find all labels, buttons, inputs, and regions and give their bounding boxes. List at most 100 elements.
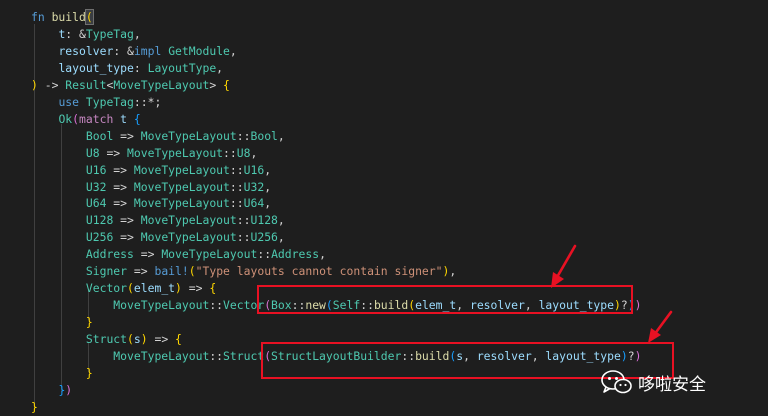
code-token: use (58, 94, 80, 109)
code-token: layout_type (58, 60, 134, 75)
code-token: :: (257, 247, 272, 262)
highlight-box-vector (257, 285, 633, 314)
code-token: { (133, 111, 141, 126)
watermark-text: 哆啦安全 (638, 374, 706, 395)
code-token: "Type layouts cannot contain signer" (195, 264, 443, 279)
code-token: { (209, 281, 217, 296)
code-token: , (216, 60, 224, 75)
code-token: => (106, 162, 134, 177)
code-token: match (79, 111, 114, 126)
code-token: U32 (85, 179, 107, 194)
code-token: , (264, 179, 272, 194)
code-line: fn build( (31, 9, 94, 25)
code-token: :: (229, 179, 244, 194)
code-token: U32 (243, 179, 265, 194)
code-line: Signer => bail!("Type layouts cannot con… (31, 263, 456, 279)
code-token: Bool (250, 128, 278, 143)
code-token: => (113, 213, 141, 228)
code-line: Ok(match t { (31, 111, 141, 127)
code-line: } (31, 314, 93, 330)
code-token: , (264, 196, 272, 211)
code-token: => (147, 332, 176, 347)
code-token: Vector (85, 281, 128, 296)
code-token: ( (127, 332, 134, 347)
code-token: :: (229, 162, 244, 177)
code-token: ( (72, 111, 80, 126)
watermark: 哆啦安全 (600, 368, 706, 396)
code-token: U256 (85, 230, 114, 245)
code-token: :: (209, 298, 224, 313)
code-token: , (133, 26, 141, 41)
code-token: MoveTypeLayout (140, 213, 237, 228)
code-token: U8 (236, 145, 251, 160)
code-token: => (127, 264, 155, 279)
code-token: } (85, 315, 93, 330)
code-token: : & (65, 26, 86, 41)
code-line: Address => MoveTypeLayout::Address, (31, 246, 326, 262)
code-token: MoveTypeLayout (127, 145, 224, 160)
code-token: LayoutType (147, 60, 217, 75)
code-token: : & (113, 43, 134, 58)
code-token: ) (65, 382, 73, 397)
code-line: } (31, 365, 93, 381)
code-token: MoveTypeLayout (140, 128, 237, 143)
code-token: => (99, 145, 128, 160)
code-line: U64 => MoveTypeLayout::U64, (31, 195, 271, 211)
code-token: MoveTypeLayout (133, 196, 230, 211)
code-token: U8 (85, 145, 100, 160)
code-token: => (181, 281, 210, 296)
code-token: MoveTypeLayout (113, 349, 210, 363)
code-token: ::*; (133, 94, 162, 109)
code-token: :: (236, 230, 251, 245)
code-token: => (106, 179, 134, 194)
code-token: s (133, 332, 141, 347)
code-token: ) (634, 298, 642, 313)
code-token: { (223, 77, 230, 92)
code-line: U16 => MoveTypeLayout::U16, (31, 162, 271, 178)
code-token: ) (140, 332, 148, 347)
code-token: Address (85, 247, 134, 262)
code-token: , (264, 162, 272, 177)
code-line: use TypeTag::*; (31, 94, 161, 110)
code-token: MoveTypeLayout (113, 77, 210, 92)
code-token: GetModule (168, 43, 230, 58)
code-line: layout_type: LayoutType, (31, 60, 223, 76)
wechat-icon (601, 370, 632, 394)
code-token: -> (37, 77, 66, 92)
code-token: } (31, 399, 38, 414)
code-token: TypeTag (85, 26, 134, 41)
code-token: => (106, 196, 134, 211)
code-token: MoveTypeLayout (140, 230, 237, 245)
code-token: MoveTypeLayout (161, 247, 258, 262)
code-line: t: &TypeTag, (31, 26, 141, 42)
code-token: : (133, 60, 148, 75)
code-token: MoveTypeLayout (133, 162, 230, 177)
code-token: :: (236, 213, 251, 228)
code-token: Bool (85, 128, 114, 143)
code-line: U128 => MoveTypeLayout::U128, (31, 212, 285, 228)
code-token: } (85, 365, 93, 380)
code-token: t (120, 111, 128, 126)
code-token: U128 (85, 213, 114, 228)
code-token: build (51, 10, 86, 24)
code-token: MoveTypeLayout (113, 298, 210, 313)
code-token: U16 (243, 162, 265, 177)
code-token: ( (188, 264, 196, 279)
code-token: Struct (85, 332, 128, 347)
